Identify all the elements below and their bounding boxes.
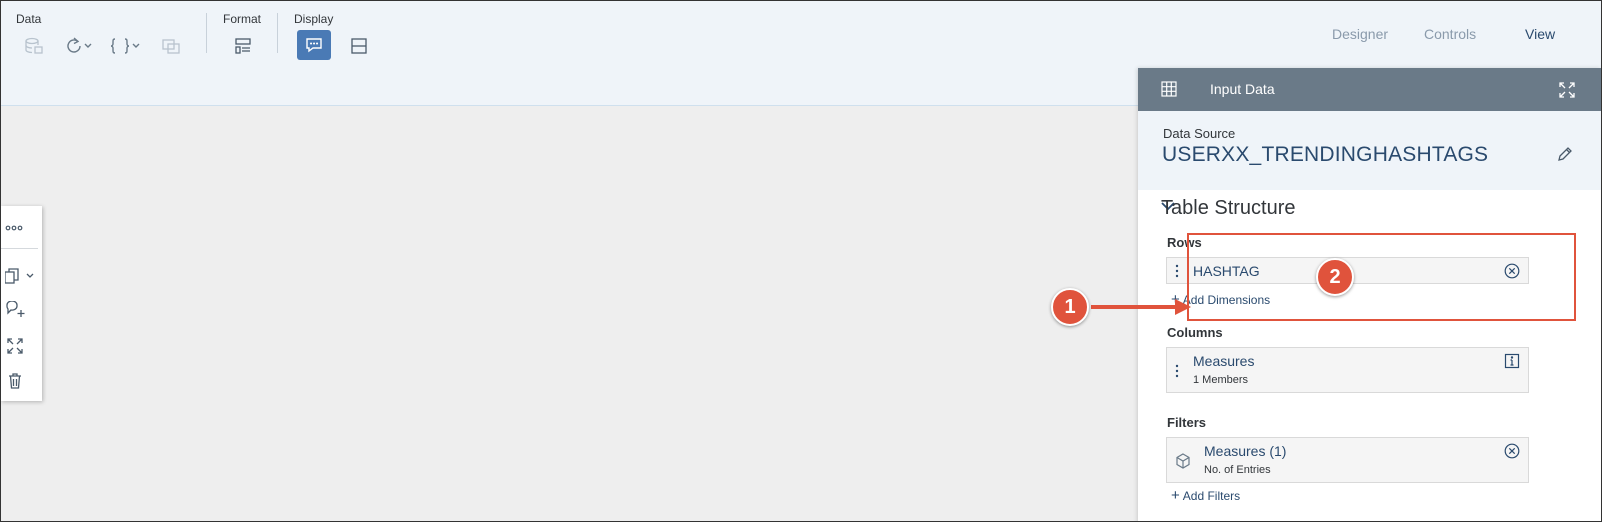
toolbar-separator bbox=[1, 248, 38, 249]
data-source-icon[interactable] bbox=[22, 34, 46, 58]
edit-pencil-icon[interactable] bbox=[1556, 145, 1574, 168]
filter-chip-measures[interactable]: Measures (1) No. of Entries bbox=[1166, 437, 1529, 483]
panel-header: Input Data bbox=[1138, 68, 1601, 111]
tab-view[interactable]: View bbox=[1525, 26, 1555, 42]
rows-highlight-box bbox=[1187, 233, 1576, 321]
table-icon bbox=[1160, 80, 1178, 103]
annotation-arrow bbox=[1091, 299, 1191, 315]
column-chip-measures[interactable]: Measures 1 Members bbox=[1166, 347, 1529, 393]
data-source-label: Data Source bbox=[1163, 126, 1236, 141]
app-window: Data Format Display Designer Controls Vi… bbox=[0, 0, 1602, 522]
plus-icon: + bbox=[1171, 487, 1180, 504]
comment-mode-button[interactable] bbox=[297, 30, 331, 60]
tab-designer[interactable]: Designer bbox=[1332, 26, 1388, 42]
data-source-area: Data Source USERXX_TRENDINGHASHTAGS bbox=[1138, 111, 1601, 190]
group-label-data: Data bbox=[16, 12, 42, 26]
annotation-badge-2: 2 bbox=[1316, 258, 1354, 296]
toolbar-separator bbox=[206, 13, 207, 53]
panel-title: Input Data bbox=[1210, 81, 1275, 97]
add-filters-link[interactable]: + Add Filters bbox=[1171, 487, 1240, 504]
add-comment-icon[interactable] bbox=[1, 299, 42, 323]
section-title-table-structure: Table Structure bbox=[1161, 197, 1296, 219]
filter-chip-label: Measures (1) bbox=[1204, 443, 1287, 459]
tab-controls[interactable]: Controls bbox=[1424, 26, 1476, 42]
info-icon[interactable] bbox=[1504, 353, 1520, 374]
filters-title: Filters bbox=[1167, 415, 1207, 430]
group-label-display: Display bbox=[294, 12, 334, 26]
maximize-icon[interactable] bbox=[1557, 80, 1577, 105]
columns-title: Columns bbox=[1167, 325, 1223, 340]
delete-icon[interactable] bbox=[1, 369, 42, 393]
data-source-name: USERXX_TRENDINGHASHTAGS bbox=[1162, 143, 1489, 166]
copy-to-icon[interactable] bbox=[1, 264, 42, 288]
fullscreen-icon[interactable] bbox=[1, 334, 42, 358]
remove-circle-icon[interactable] bbox=[1504, 443, 1520, 464]
drag-handle-icon[interactable] bbox=[1175, 264, 1179, 283]
floating-toolbar bbox=[1, 206, 42, 401]
measure-cube-icon bbox=[1176, 453, 1190, 474]
drag-handle-icon[interactable] bbox=[1175, 364, 1179, 383]
column-chip-sublabel: 1 Members bbox=[1193, 374, 1249, 386]
copy-frame-icon[interactable] bbox=[159, 34, 183, 58]
annotation-badge-1: 1 bbox=[1051, 288, 1089, 326]
group-label-format: Format bbox=[223, 12, 262, 26]
format-layout-icon[interactable] bbox=[231, 34, 255, 58]
toolbar-separator bbox=[277, 13, 278, 53]
more-options-icon[interactable] bbox=[1, 216, 42, 240]
refresh-icon[interactable] bbox=[63, 34, 95, 58]
split-view-icon[interactable] bbox=[347, 34, 371, 58]
column-chip-label: Measures bbox=[1193, 353, 1255, 369]
filter-chip-sublabel: No. of Entries bbox=[1204, 464, 1271, 476]
formula-icon[interactable] bbox=[110, 34, 142, 58]
